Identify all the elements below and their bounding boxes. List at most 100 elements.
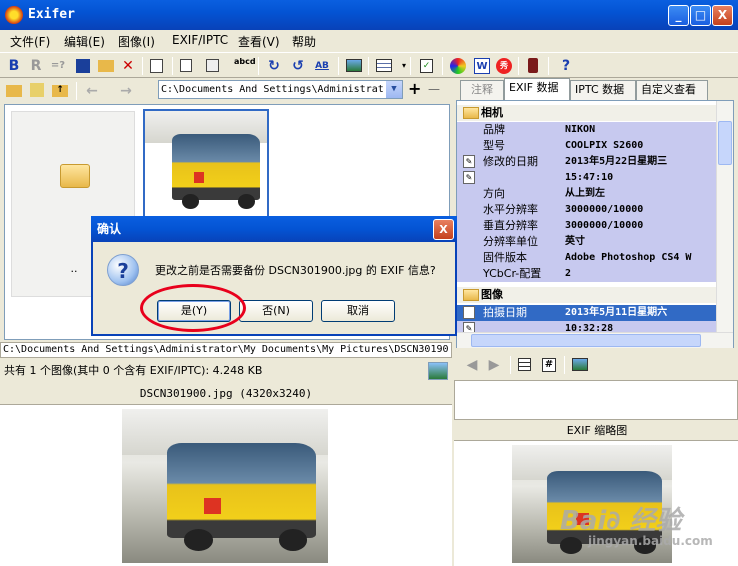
folder-up-icon[interactable]: ↑ (52, 85, 68, 97)
rotate-right-icon[interactable]: ↻ (266, 58, 282, 74)
color-wheel-icon[interactable] (450, 58, 466, 74)
bus-wheel (237, 193, 255, 209)
cancel-button[interactable]: 取消 (321, 300, 395, 322)
table-row[interactable]: 分辨率单位 英寸 (457, 234, 717, 250)
scroll-thumb[interactable] (718, 121, 732, 165)
abcd-icon[interactable]: abcd (234, 58, 256, 74)
minimize-button[interactable]: _ (668, 5, 689, 26)
no-button[interactable]: 否(N) (239, 300, 313, 322)
picture-icon[interactable] (346, 59, 362, 72)
count-status-text: 共有 1 个图像(其中 0 个含有 EXIF/IPTC): 4.248 KB (4, 364, 263, 377)
help-icon[interactable]: ? (558, 58, 574, 74)
rotate-left-icon[interactable]: ↺ (290, 58, 306, 74)
menu-image[interactable]: 图像(I) (118, 33, 155, 50)
grid-view-icon[interactable] (376, 59, 392, 72)
menu-edit[interactable]: 编辑(E) (64, 33, 105, 50)
toolbar-separator (368, 57, 369, 75)
row-key: 水平分辨率 (483, 203, 538, 216)
red-circle-icon[interactable]: 秀 (496, 58, 512, 74)
bold-b-icon[interactable]: B (6, 58, 22, 74)
group-label: 相机 (481, 106, 503, 119)
row-key: 品牌 (483, 123, 505, 136)
add-button[interactable]: + (408, 80, 421, 98)
toolbar-separator (548, 57, 549, 75)
exif-horizontal-scrollbar[interactable] (457, 332, 733, 348)
remove-button[interactable]: — (428, 80, 440, 98)
dialog-close-button[interactable]: X (433, 219, 454, 240)
group-label: 图像 (481, 288, 503, 301)
tab-iptc[interactable]: IPTC 数据 (570, 80, 636, 100)
path-combobox[interactable]: C:\Documents And Settings\Administrat ▼ (158, 80, 403, 99)
picture-icon[interactable] (428, 362, 448, 380)
forward-icon[interactable]: → (118, 83, 134, 99)
close-button[interactable]: X (712, 5, 733, 26)
edit-icon: ✎ (463, 306, 475, 319)
table-row[interactable]: 型号 COOLPIX S2600 (457, 138, 717, 154)
copy-icon[interactable] (180, 59, 192, 72)
table-row[interactable]: 水平分辨率 3000000/10000 (457, 202, 717, 218)
toolbar-separator (518, 57, 519, 75)
compare-icon[interactable]: =? (50, 58, 66, 74)
tab-exif[interactable]: EXIF 数据 (504, 78, 570, 100)
prev-icon[interactable]: ◀ (464, 357, 480, 373)
maximize-button[interactable]: □ (690, 5, 711, 26)
watermark-url: jingyan.baidu.com (588, 534, 713, 548)
toolbar-separator (338, 57, 339, 75)
table-row[interactable]: 固件版本 Adobe Photoshop CS4 W (457, 250, 717, 266)
table-row[interactable]: 品牌 NIKON (457, 122, 717, 138)
row-value: 英寸 (565, 236, 585, 247)
bus-body (167, 442, 316, 539)
table-row[interactable]: YCbCr-配置 2 (457, 266, 717, 282)
menu-help[interactable]: 帮助 (292, 33, 316, 50)
toolbar-separator (142, 57, 143, 75)
exif-table[interactable]: 相机 品牌 NIKON 型号 COOLPIX S2600 ✎ 修改的日期 2013年5月… (456, 100, 734, 348)
chevron-down-icon[interactable]: ▼ (386, 81, 402, 98)
ab-icon[interactable]: AB (312, 58, 332, 74)
back-icon[interactable]: ← (84, 83, 100, 99)
watermark-logo-text: Bai∂ 经验 (560, 506, 682, 536)
new-folder-icon[interactable] (30, 83, 44, 97)
tab-comments[interactable]: 注释 (460, 80, 504, 100)
row-key: 拍摄日期 (483, 306, 527, 319)
photo-thumbnail[interactable] (143, 109, 269, 219)
edit-icon[interactable] (150, 59, 163, 73)
paste-icon[interactable] (206, 59, 219, 72)
next-icon[interactable]: ▶ (486, 357, 502, 373)
hash-view-icon[interactable]: # (542, 358, 556, 372)
bus-body (171, 134, 260, 201)
row-key: YCbCr-配置 (483, 267, 542, 280)
comment-area[interactable] (454, 380, 738, 420)
word-icon[interactable]: W (474, 58, 490, 74)
picture-icon[interactable] (572, 358, 588, 371)
save-icon[interactable] (76, 59, 90, 73)
list-view-icon[interactable] (518, 358, 531, 371)
table-row[interactable]: 方向 从上到左 (457, 186, 717, 202)
edit-icon: ✎ (463, 155, 475, 168)
row-value: COOLPIX S2600 (565, 140, 644, 151)
row-value: 从上到左 (565, 188, 605, 199)
table-row[interactable]: ✎ 15:47:10 (457, 170, 717, 186)
table-row[interactable]: ✎ 拍摄日期 2013年5月11日星期六 (457, 305, 717, 321)
open-folder-icon[interactable] (6, 85, 22, 97)
red-highlight-ellipse (140, 284, 246, 332)
table-row[interactable]: 垂直分辨率 3000000/10000 (457, 218, 717, 234)
folder-icon (60, 164, 90, 188)
checklist-icon[interactable]: ✓ (420, 59, 433, 73)
delete-icon[interactable]: ✕ (120, 58, 136, 74)
bold-r-icon[interactable]: R (28, 58, 44, 74)
table-row[interactable]: ✎ 修改的日期 2013年5月22日星期三 (457, 154, 717, 170)
menu-exif-iptc[interactable]: EXIF/IPTC (172, 33, 228, 47)
toolbar-separator (510, 356, 511, 374)
preview-panel (0, 404, 452, 566)
menu-view[interactable]: 查看(V) (238, 33, 280, 50)
group-image[interactable]: 图像 (457, 287, 733, 303)
open-folder-icon[interactable] (98, 60, 114, 72)
tab-custom-view[interactable]: 自定义查看 (636, 80, 708, 100)
scroll-thumb[interactable] (471, 334, 701, 347)
phone-icon[interactable] (528, 58, 538, 73)
exif-vertical-scrollbar[interactable] (716, 101, 733, 333)
path-combobox-value: C:\Documents And Settings\Administrat (161, 84, 384, 95)
group-camera[interactable]: 相机 (457, 105, 733, 121)
folder-icon (463, 107, 479, 119)
menu-file[interactable]: 文件(F) (10, 33, 50, 50)
